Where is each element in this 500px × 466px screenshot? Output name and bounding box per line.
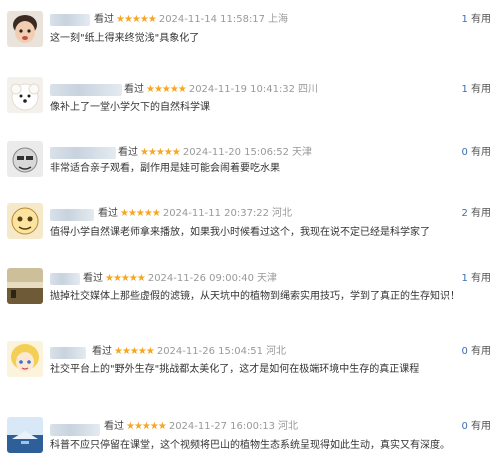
useful-button[interactable]: 2 有用 xyxy=(461,207,491,221)
username-blurred[interactable] xyxy=(50,84,122,96)
useful-label: 有用 xyxy=(471,346,491,357)
water-landscape-avatar-icon[interactable] xyxy=(7,417,43,453)
useful-count: 0 xyxy=(461,147,468,158)
rating-stars: ★★★★★ xyxy=(114,346,155,357)
useful-label: 有用 xyxy=(471,147,491,158)
username-blurred[interactable] xyxy=(50,424,100,436)
review-meta: 看过 ★★★★★ 2024-11-26 15:04:51 河北 xyxy=(92,345,286,359)
baby-avatar-icon[interactable] xyxy=(7,11,43,47)
useful-label: 有用 xyxy=(471,14,491,25)
useful-button[interactable]: 1 有用 xyxy=(461,272,491,286)
review-location: 四川 xyxy=(298,84,319,95)
review-comment: 像补上了一堂小学欠下的自然科学课 xyxy=(50,102,210,113)
useful-button[interactable]: 1 有用 xyxy=(461,83,491,97)
rating-stars: ★★★★★ xyxy=(116,14,157,25)
review-time: 2024-11-19 10:41:32 xyxy=(188,84,296,95)
review-time: 2024-11-27 16:00:13 xyxy=(168,421,276,432)
emoji-avatar-icon[interactable] xyxy=(7,203,43,239)
review-location: 河北 xyxy=(272,208,293,219)
rating-stars: ★★★★★ xyxy=(146,84,187,95)
rating-stars: ★★★★★ xyxy=(105,273,146,284)
review-time: 2024-11-26 15:04:51 xyxy=(156,346,264,357)
review-meta: 看过 ★★★★★ 2024-11-20 15:06:52 天津 xyxy=(118,146,312,160)
useful-button[interactable]: 0 有用 xyxy=(461,345,491,359)
username-blurred[interactable] xyxy=(50,14,90,26)
watched-label: 看过 xyxy=(104,421,124,432)
useful-count: 1 xyxy=(461,273,468,284)
useful-count: 1 xyxy=(461,14,468,25)
review-comment: 社交平台上的"野外生存"挑战都太美化了，这才是如何在极端环境中生存的真正课程 xyxy=(50,364,420,375)
review-time: 2024-11-11 20:37:22 xyxy=(162,208,270,219)
username-blurred[interactable] xyxy=(50,147,116,159)
review-meta: 看过 ★★★★★ 2024-11-26 09:00:40 天津 xyxy=(83,272,277,286)
review-time: 2024-11-20 15:06:52 xyxy=(182,147,290,158)
watched-label: 看过 xyxy=(124,84,144,95)
review-meta: 看过 ★★★★★ 2024-11-14 11:58:17 上海 xyxy=(94,13,288,27)
watched-label: 看过 xyxy=(92,346,112,357)
dog-avatar-icon[interactable] xyxy=(7,77,43,113)
review-comment: 抛掉社交媒体上那些虚假的滤镜，从天坑中的植物到绳索实用技巧，学到了真正的生存知识… xyxy=(50,291,460,302)
watched-label: 看过 xyxy=(118,147,138,158)
useful-label: 有用 xyxy=(471,208,491,219)
useful-count: 0 xyxy=(461,346,468,357)
useful-button[interactable]: 1 有用 xyxy=(461,13,491,27)
useful-label: 有用 xyxy=(471,273,491,284)
review-meta: 看过 ★★★★★ 2024-11-27 16:00:13 河北 xyxy=(104,420,298,434)
anime-girl-avatar-icon[interactable] xyxy=(7,341,43,377)
review-time: 2024-11-26 09:00:40 xyxy=(147,273,255,284)
rating-stars: ★★★★★ xyxy=(140,147,181,158)
cartoon-face-avatar-icon[interactable] xyxy=(7,141,43,177)
useful-label: 有用 xyxy=(471,421,491,432)
rating-stars: ★★★★★ xyxy=(126,421,167,432)
useful-button[interactable]: 0 有用 xyxy=(461,146,491,160)
useful-count: 0 xyxy=(461,421,468,432)
username-blurred[interactable] xyxy=(50,209,94,221)
review-time: 2024-11-14 11:58:17 xyxy=(158,14,266,25)
watched-label: 看过 xyxy=(94,14,114,25)
review-comment: 值得小学自然课老师拿来播放，如果我小时候看过这个，我现在说不定已经是科学家了 xyxy=(50,227,430,238)
useful-count: 2 xyxy=(461,208,468,219)
username-blurred[interactable] xyxy=(50,347,86,359)
landscape-avatar-icon[interactable] xyxy=(7,268,43,304)
review-location: 天津 xyxy=(257,273,278,284)
review-list: 看过 ★★★★★ 2024-11-14 11:58:17 上海 这一刻"纸上得来终觉浅… xyxy=(0,0,500,466)
review-location: 河北 xyxy=(278,421,299,432)
watched-label: 看过 xyxy=(83,273,103,284)
review-comment: 这一刻"纸上得来终觉浅"具象化了 xyxy=(50,33,200,44)
review-location: 河北 xyxy=(266,346,287,357)
review-meta: 看过 ★★★★★ 2024-11-19 10:41:32 四川 xyxy=(124,83,318,97)
useful-count: 1 xyxy=(461,84,468,95)
useful-button[interactable]: 0 有用 xyxy=(461,420,491,434)
rating-stars: ★★★★★ xyxy=(120,208,161,219)
review-location: 上海 xyxy=(268,14,289,25)
review-comment: 科普不应只停留在课堂，这个视频将巴山的植物生态系统呈现得如此生动，真实又有深度。 xyxy=(50,440,450,451)
review-meta: 看过 ★★★★★ 2024-11-11 20:37:22 河北 xyxy=(98,207,292,221)
useful-label: 有用 xyxy=(471,84,491,95)
review-location: 天津 xyxy=(292,147,313,158)
username-blurred[interactable] xyxy=(50,273,80,285)
watched-label: 看过 xyxy=(98,208,118,219)
review-comment: 非常适合亲子观看，副作用是娃可能会闹着要吃水果 xyxy=(50,163,280,174)
